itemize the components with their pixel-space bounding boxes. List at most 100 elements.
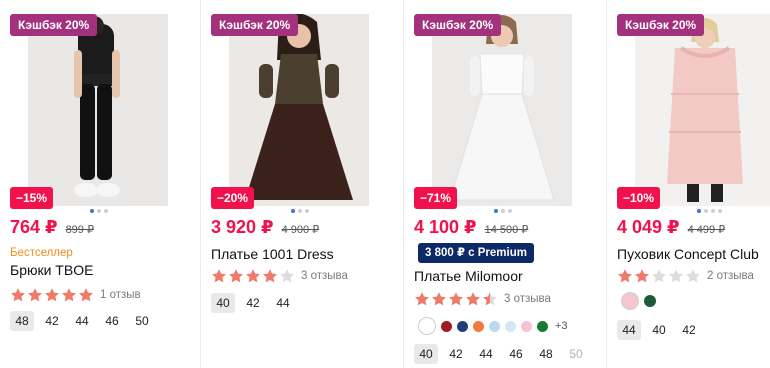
size-option[interactable]: 40 bbox=[414, 344, 438, 364]
rating: 3 отзыва bbox=[414, 291, 551, 307]
image-pager-dots[interactable] bbox=[291, 209, 309, 213]
image-pager-dots[interactable] bbox=[90, 209, 108, 213]
product-card[interactable]: Кэшбэк 20% −15% 764 ₽ 899 ₽ Бестселлер Б… bbox=[0, 0, 199, 368]
star-icon bbox=[652, 269, 666, 283]
size-list: 40 42 44 46 48 50 bbox=[414, 344, 588, 364]
color-swatch[interactable] bbox=[537, 320, 548, 332]
rating-stars bbox=[414, 291, 498, 307]
discount-badge: −71% bbox=[414, 187, 458, 209]
cashback-badge: Кэшбэк 20% bbox=[617, 14, 705, 36]
discount-badge: −20% bbox=[211, 187, 255, 209]
size-option[interactable]: 44 bbox=[474, 344, 498, 364]
product-grid: Кэшбэк 20% −15% 764 ₽ 899 ₽ Бестселлер Б… bbox=[0, 0, 770, 368]
product-title[interactable]: Платье 1001 Dress bbox=[211, 246, 334, 262]
cashback-badge: Кэшбэк 20% bbox=[414, 14, 502, 36]
size-option[interactable]: 50 bbox=[564, 344, 588, 364]
rating-stars bbox=[10, 287, 94, 303]
more-colors[interactable]: +3 bbox=[555, 320, 568, 332]
premium-price-badge: 3 800 ₽ с Premium bbox=[418, 243, 534, 263]
image-pager-dots[interactable] bbox=[494, 209, 512, 213]
reviews-count[interactable]: 3 отзыва bbox=[301, 270, 348, 282]
size-option[interactable]: 42 bbox=[241, 293, 265, 313]
size-option[interactable]: 46 bbox=[100, 311, 124, 331]
star-icon bbox=[669, 269, 683, 283]
star-icon bbox=[483, 292, 497, 306]
size-option[interactable]: 44 bbox=[70, 311, 94, 331]
color-swatch[interactable] bbox=[441, 320, 452, 332]
color-swatch[interactable] bbox=[621, 292, 639, 310]
product-image[interactable] bbox=[28, 14, 168, 206]
price: 4 100 ₽ bbox=[414, 217, 477, 237]
product-image[interactable] bbox=[635, 14, 770, 206]
rating: 2 отзыва bbox=[617, 268, 754, 284]
size-option[interactable]: 50 bbox=[130, 311, 154, 331]
product-title[interactable]: Брюки TBOE bbox=[10, 262, 93, 278]
price: 3 920 ₽ bbox=[211, 217, 274, 237]
product-image[interactable] bbox=[229, 14, 369, 206]
star-icon bbox=[11, 288, 25, 302]
product-card[interactable]: Кэшбэк 20% −10% 4 049 ₽ 4 499 ₽ Пуховик … bbox=[606, 0, 770, 368]
color-swatches bbox=[621, 292, 656, 310]
star-icon bbox=[45, 288, 59, 302]
rating: 3 отзыва bbox=[211, 268, 348, 284]
color-swatch[interactable] bbox=[505, 320, 516, 332]
discount-badge: −10% bbox=[617, 187, 661, 209]
rating-stars bbox=[617, 268, 701, 284]
star-icon bbox=[280, 269, 294, 283]
product-title[interactable]: Платье Milomoor bbox=[414, 268, 523, 284]
star-icon bbox=[263, 269, 277, 283]
size-option[interactable]: 42 bbox=[40, 311, 64, 331]
size-option[interactable]: 44 bbox=[271, 293, 295, 313]
old-price: 4 499 ₽ bbox=[687, 224, 726, 236]
size-option[interactable]: 40 bbox=[647, 320, 671, 340]
reviews-count[interactable]: 2 отзыва bbox=[707, 270, 754, 282]
star-icon bbox=[466, 292, 480, 306]
old-price: 899 ₽ bbox=[65, 224, 94, 236]
rating-stars bbox=[211, 268, 295, 284]
size-option[interactable]: 48 bbox=[10, 311, 34, 331]
size-option[interactable]: 48 bbox=[534, 344, 558, 364]
color-swatch[interactable] bbox=[489, 320, 500, 332]
star-icon bbox=[246, 269, 260, 283]
color-swatch[interactable] bbox=[457, 320, 468, 332]
star-icon bbox=[618, 269, 632, 283]
star-icon bbox=[79, 288, 93, 302]
old-price: 14 500 ₽ bbox=[484, 224, 529, 236]
product-title[interactable]: Пуховик Concept Club bbox=[617, 246, 759, 262]
product-card[interactable]: Кэшбэк 20% −71% 4 100 ₽ 14 500 ₽ 3 800 ₽… bbox=[403, 0, 602, 368]
size-list: 44 40 42 bbox=[617, 320, 701, 340]
rating: 1 отзыв bbox=[10, 287, 141, 303]
reviews-count[interactable]: 3 отзыва bbox=[504, 293, 551, 305]
size-list: 40 42 44 bbox=[211, 293, 295, 313]
size-list: 48 42 44 46 50 bbox=[10, 311, 154, 331]
size-option[interactable]: 46 bbox=[504, 344, 528, 364]
color-swatch[interactable] bbox=[644, 295, 656, 307]
star-icon bbox=[28, 288, 42, 302]
price: 764 ₽ bbox=[10, 217, 58, 237]
star-icon bbox=[686, 269, 700, 283]
old-price: 4 900 ₽ bbox=[281, 224, 320, 236]
size-option[interactable]: 42 bbox=[677, 320, 701, 340]
size-option[interactable]: 42 bbox=[444, 344, 468, 364]
star-icon bbox=[212, 269, 226, 283]
star-icon bbox=[415, 292, 429, 306]
bestseller-label: Бестселлер bbox=[10, 247, 73, 259]
discount-badge: −15% bbox=[10, 187, 54, 209]
star-icon bbox=[635, 269, 649, 283]
star-icon bbox=[229, 269, 243, 283]
image-pager-dots[interactable] bbox=[697, 209, 722, 213]
reviews-count[interactable]: 1 отзыв bbox=[100, 289, 141, 301]
cashback-badge: Кэшбэк 20% bbox=[10, 14, 98, 36]
product-card[interactable]: Кэшбэк 20% −20% 3 920 ₽ 4 900 ₽ Платье 1… bbox=[200, 0, 399, 368]
cashback-badge: Кэшбэк 20% bbox=[211, 14, 299, 36]
star-icon bbox=[432, 292, 446, 306]
color-swatch[interactable] bbox=[418, 317, 436, 335]
product-image[interactable] bbox=[432, 14, 572, 206]
size-option[interactable]: 40 bbox=[211, 293, 235, 313]
size-option[interactable]: 44 bbox=[617, 320, 641, 340]
color-swatch[interactable] bbox=[521, 320, 532, 332]
star-icon bbox=[449, 292, 463, 306]
price: 4 049 ₽ bbox=[617, 217, 680, 237]
color-swatch[interactable] bbox=[473, 320, 484, 332]
star-icon bbox=[62, 288, 76, 302]
